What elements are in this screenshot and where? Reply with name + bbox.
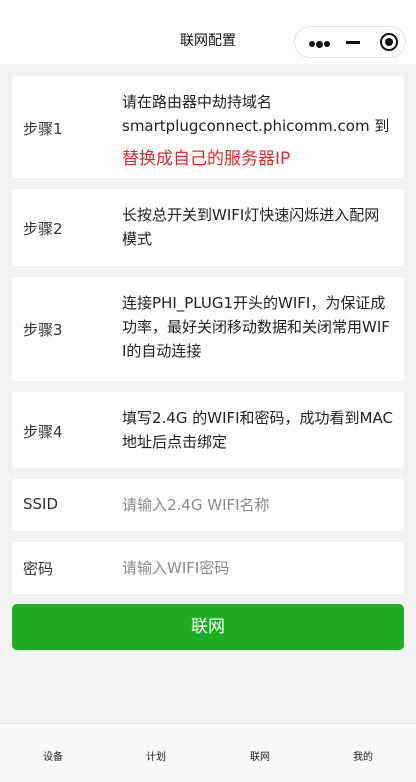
step-line: smartplugconnect.phicomm.com 到: [122, 117, 390, 135]
tab-mine[interactable]: 我的: [333, 748, 393, 763]
step-description: 请在路由器中劫持域名 smartplugconnect.phicomm.com …: [122, 90, 394, 171]
password-label: 密码: [23, 560, 54, 578]
tab-devices[interactable]: 设备: [23, 748, 83, 763]
step-card-1: 步骤1 请在路由器中劫持域名 smartplugconnect.phicomm.…: [12, 76, 404, 178]
password-input[interactable]: [122, 556, 392, 580]
ssid-input[interactable]: [122, 493, 392, 517]
menu-capsule: [294, 26, 406, 58]
connect-button[interactable]: 联网: [12, 604, 404, 650]
ssid-label: SSID: [23, 495, 59, 513]
tab-bar: 设备 计划 联网 我的: [0, 723, 416, 782]
navigation-bar: 联网配置: [0, 0, 416, 64]
step-card-4: 步骤4 填写2.4G 的WIFI和密码，成功看到MAC地址后点击绑定: [12, 392, 404, 468]
tab-network[interactable]: 联网: [230, 748, 290, 763]
ssid-row: SSID: [12, 479, 404, 531]
step-label: 步骤2: [23, 220, 63, 238]
step-label: 步骤4: [23, 423, 63, 441]
step-label: 步骤3: [23, 321, 63, 339]
minimize-icon[interactable]: [346, 41, 360, 44]
step-description: 填写2.4G 的WIFI和密码，成功看到MAC地址后点击绑定: [122, 409, 393, 451]
step-description: 长按总开关到WIFI灯快速闪烁进入配网模式: [122, 206, 380, 248]
step-description: 连接PHI_PLUG1开头的WIFI，为保证成功率，最好关闭移动数据和关闭常用W…: [122, 294, 390, 360]
step-highlight: 替换成自己的服务器IP: [122, 149, 291, 169]
tab-schedule[interactable]: 计划: [126, 748, 186, 763]
step-card-3: 步骤3 连接PHI_PLUG1开头的WIFI，为保证成功率，最好关闭移动数据和关…: [12, 277, 404, 381]
more-icon[interactable]: [309, 40, 330, 48]
step-line: 请在路由器中劫持域名: [122, 93, 273, 111]
step-label: 步骤1: [23, 120, 63, 138]
password-row: 密码: [12, 542, 404, 594]
close-icon[interactable]: [380, 33, 398, 51]
step-card-2: 步骤2 长按总开关到WIFI灯快速闪烁进入配网模式: [12, 189, 404, 266]
